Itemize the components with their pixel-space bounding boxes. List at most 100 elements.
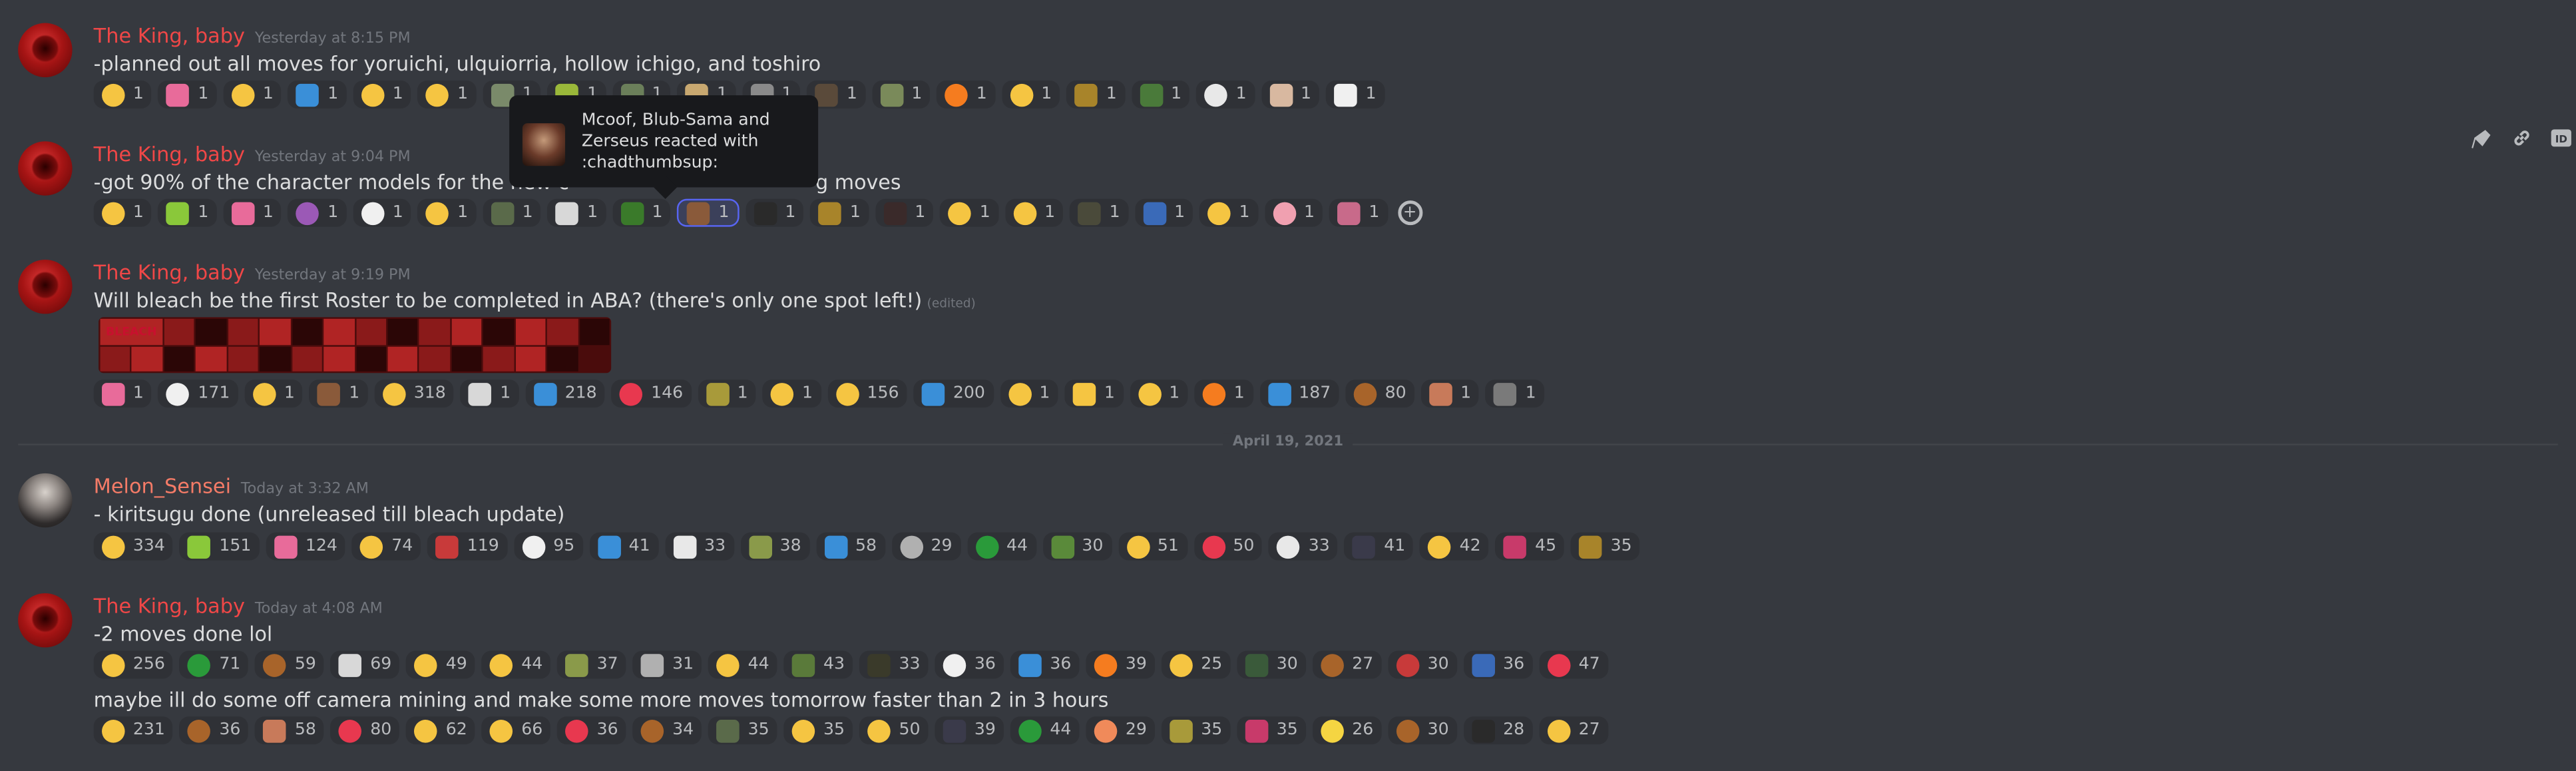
reaction-button[interactable]: 1 — [1264, 198, 1323, 227]
reaction-button[interactable]: 1 — [746, 198, 804, 227]
avatar[interactable] — [18, 23, 73, 78]
reaction-button[interactable]: 1 — [1066, 80, 1126, 109]
reaction-button[interactable]: 30 — [1388, 716, 1458, 745]
reaction-button[interactable]: 35 — [783, 716, 853, 745]
author-label[interactable]: The King, baby — [94, 25, 245, 48]
reaction-button[interactable]: 1 — [223, 198, 282, 227]
reaction-button[interactable]: 35 — [708, 716, 777, 745]
reaction-button[interactable]: 49 — [406, 650, 476, 679]
author-label[interactable]: Melon_Sensei — [94, 475, 231, 498]
reaction-button[interactable]: 1 — [223, 80, 282, 109]
reaction-button[interactable]: 47 — [1539, 650, 1608, 679]
author-label[interactable]: The King, baby — [94, 143, 245, 166]
reaction-button[interactable]: 33 — [859, 650, 929, 679]
reaction-button[interactable]: 80 — [331, 716, 400, 745]
reaction-button[interactable]: 1 — [1134, 198, 1193, 227]
add-reaction-icon[interactable]: + — [1397, 200, 1422, 226]
reaction-button[interactable]: 33 — [1269, 532, 1339, 561]
reaction-button[interactable]: 1 — [698, 380, 756, 408]
avatar[interactable] — [18, 473, 73, 528]
reaction-button[interactable]: 1 — [1261, 80, 1320, 109]
reaction-button[interactable]: 1 — [460, 380, 519, 408]
reaction-button[interactable]: 119 — [427, 532, 508, 561]
reaction-button[interactable]: 1 — [1196, 80, 1255, 109]
reaction-button[interactable]: 1 — [1420, 380, 1480, 408]
pin-icon[interactable] — [2471, 127, 2494, 150]
reaction-button[interactable]: 38 — [740, 532, 809, 561]
reaction-button[interactable]: 1 — [288, 80, 347, 109]
reaction-button[interactable]: 231 — [93, 716, 174, 745]
reaction-button[interactable]: 318 — [374, 380, 455, 408]
reaction-button[interactable]: 1 — [1199, 198, 1258, 227]
reaction-button[interactable]: 66 — [481, 716, 551, 745]
author-name[interactable]: The King, baby Today at 4:08 AM — [94, 595, 383, 618]
reaction-button[interactable]: 37 — [557, 650, 627, 679]
avatar[interactable] — [18, 259, 73, 314]
reaction-button[interactable]: 36 — [1463, 650, 1533, 679]
author-name[interactable]: The King, baby Yesterday at 8:15 PM — [94, 25, 411, 48]
reaction-button[interactable]: 1 — [937, 80, 996, 109]
reaction-button[interactable]: 44 — [966, 532, 1036, 561]
reaction-button[interactable]: 43 — [783, 650, 853, 679]
author-label[interactable]: The King, baby — [94, 595, 245, 618]
reaction-button[interactable]: 69 — [331, 650, 400, 679]
reaction-button[interactable]: 36 — [557, 716, 627, 745]
reaction-button[interactable]: 35 — [1162, 716, 1231, 745]
reaction-button[interactable]: 26 — [1312, 716, 1382, 745]
reaction-button[interactable]: 58 — [255, 716, 325, 745]
author-name[interactable]: The King, baby Yesterday at 9:04 PM — [94, 143, 411, 166]
reaction-button[interactable]: 30 — [1042, 532, 1112, 561]
reaction-button[interactable]: 36 — [1010, 650, 1080, 679]
reaction-button[interactable]: 1 — [1070, 198, 1128, 227]
reaction-button[interactable]: 1 — [1194, 380, 1253, 408]
reaction-button[interactable]: 39 — [935, 716, 1004, 745]
reaction-button[interactable]: 51 — [1118, 532, 1187, 561]
reaction-button[interactable]: 80 — [1345, 380, 1415, 408]
image-attachment[interactable]: BLEACH — [99, 317, 612, 374]
avatar[interactable] — [18, 141, 73, 196]
reaction-button[interactable]: 1 — [762, 380, 821, 408]
reaction-button[interactable]: 33 — [664, 532, 734, 561]
reaction-button[interactable]: 34 — [632, 716, 702, 745]
reaction-button[interactable]: 1 — [417, 198, 477, 227]
reaction-button[interactable]: 30 — [1237, 650, 1307, 679]
avatar[interactable] — [18, 593, 73, 648]
reaction-button[interactable]: 30 — [1388, 650, 1458, 679]
author-label[interactable]: The King, baby — [94, 261, 245, 284]
reaction-button[interactable]: 28 — [1463, 716, 1533, 745]
reaction-button[interactable]: 1 — [244, 380, 304, 408]
reaction-button[interactable]: 1 — [1000, 380, 1058, 408]
reaction-button[interactable]: 1 — [875, 198, 934, 227]
reaction-button[interactable]: 39 — [1086, 650, 1156, 679]
reaction-button[interactable]: 156 — [827, 380, 907, 408]
reaction-button[interactable]: 1 — [547, 198, 606, 227]
reaction-button[interactable]: 1 — [1064, 380, 1124, 408]
reaction-button[interactable]: 334 — [93, 532, 174, 561]
reaction-button[interactable]: 44 — [708, 650, 777, 679]
reaction-button[interactable]: 1 — [1486, 380, 1544, 408]
reaction-button[interactable]: 50 — [1193, 532, 1263, 561]
reaction-button[interactable]: 1 — [872, 80, 931, 109]
reaction-button[interactable]: 1 — [288, 198, 347, 227]
reaction-button[interactable]: 1 — [93, 80, 152, 109]
reaction-button[interactable]: 1 — [1004, 198, 1064, 227]
id-icon[interactable]: ID — [2550, 127, 2573, 150]
author-name[interactable]: The King, baby Yesterday at 9:19 PM — [94, 261, 411, 284]
reaction-button[interactable]: 95 — [513, 532, 583, 561]
reaction-button[interactable]: 187 — [1259, 380, 1339, 408]
reaction-button[interactable]: 41 — [1344, 532, 1414, 561]
reaction-button[interactable]: 256 — [93, 650, 174, 679]
reaction-button[interactable]: 1 — [810, 198, 869, 227]
author-name[interactable]: Melon_Sensei Today at 3:32 AM — [94, 475, 369, 498]
reaction-button[interactable]: 27 — [1539, 716, 1608, 745]
reaction-button[interactable]: 1 — [158, 80, 217, 109]
reaction-button[interactable]: 42 — [1420, 532, 1490, 561]
reaction-button[interactable]: 58 — [815, 532, 885, 561]
reaction-button[interactable]: 50 — [859, 716, 929, 745]
reaction-button[interactable]: 1 — [1130, 380, 1188, 408]
reaction-button[interactable]: 1 — [1329, 198, 1388, 227]
reaction-button[interactable]: 59 — [255, 650, 325, 679]
reaction-button[interactable]: 1 — [158, 198, 217, 227]
reaction-button[interactable]: 218 — [525, 380, 605, 408]
reaction-button[interactable]: 1 — [93, 380, 152, 408]
